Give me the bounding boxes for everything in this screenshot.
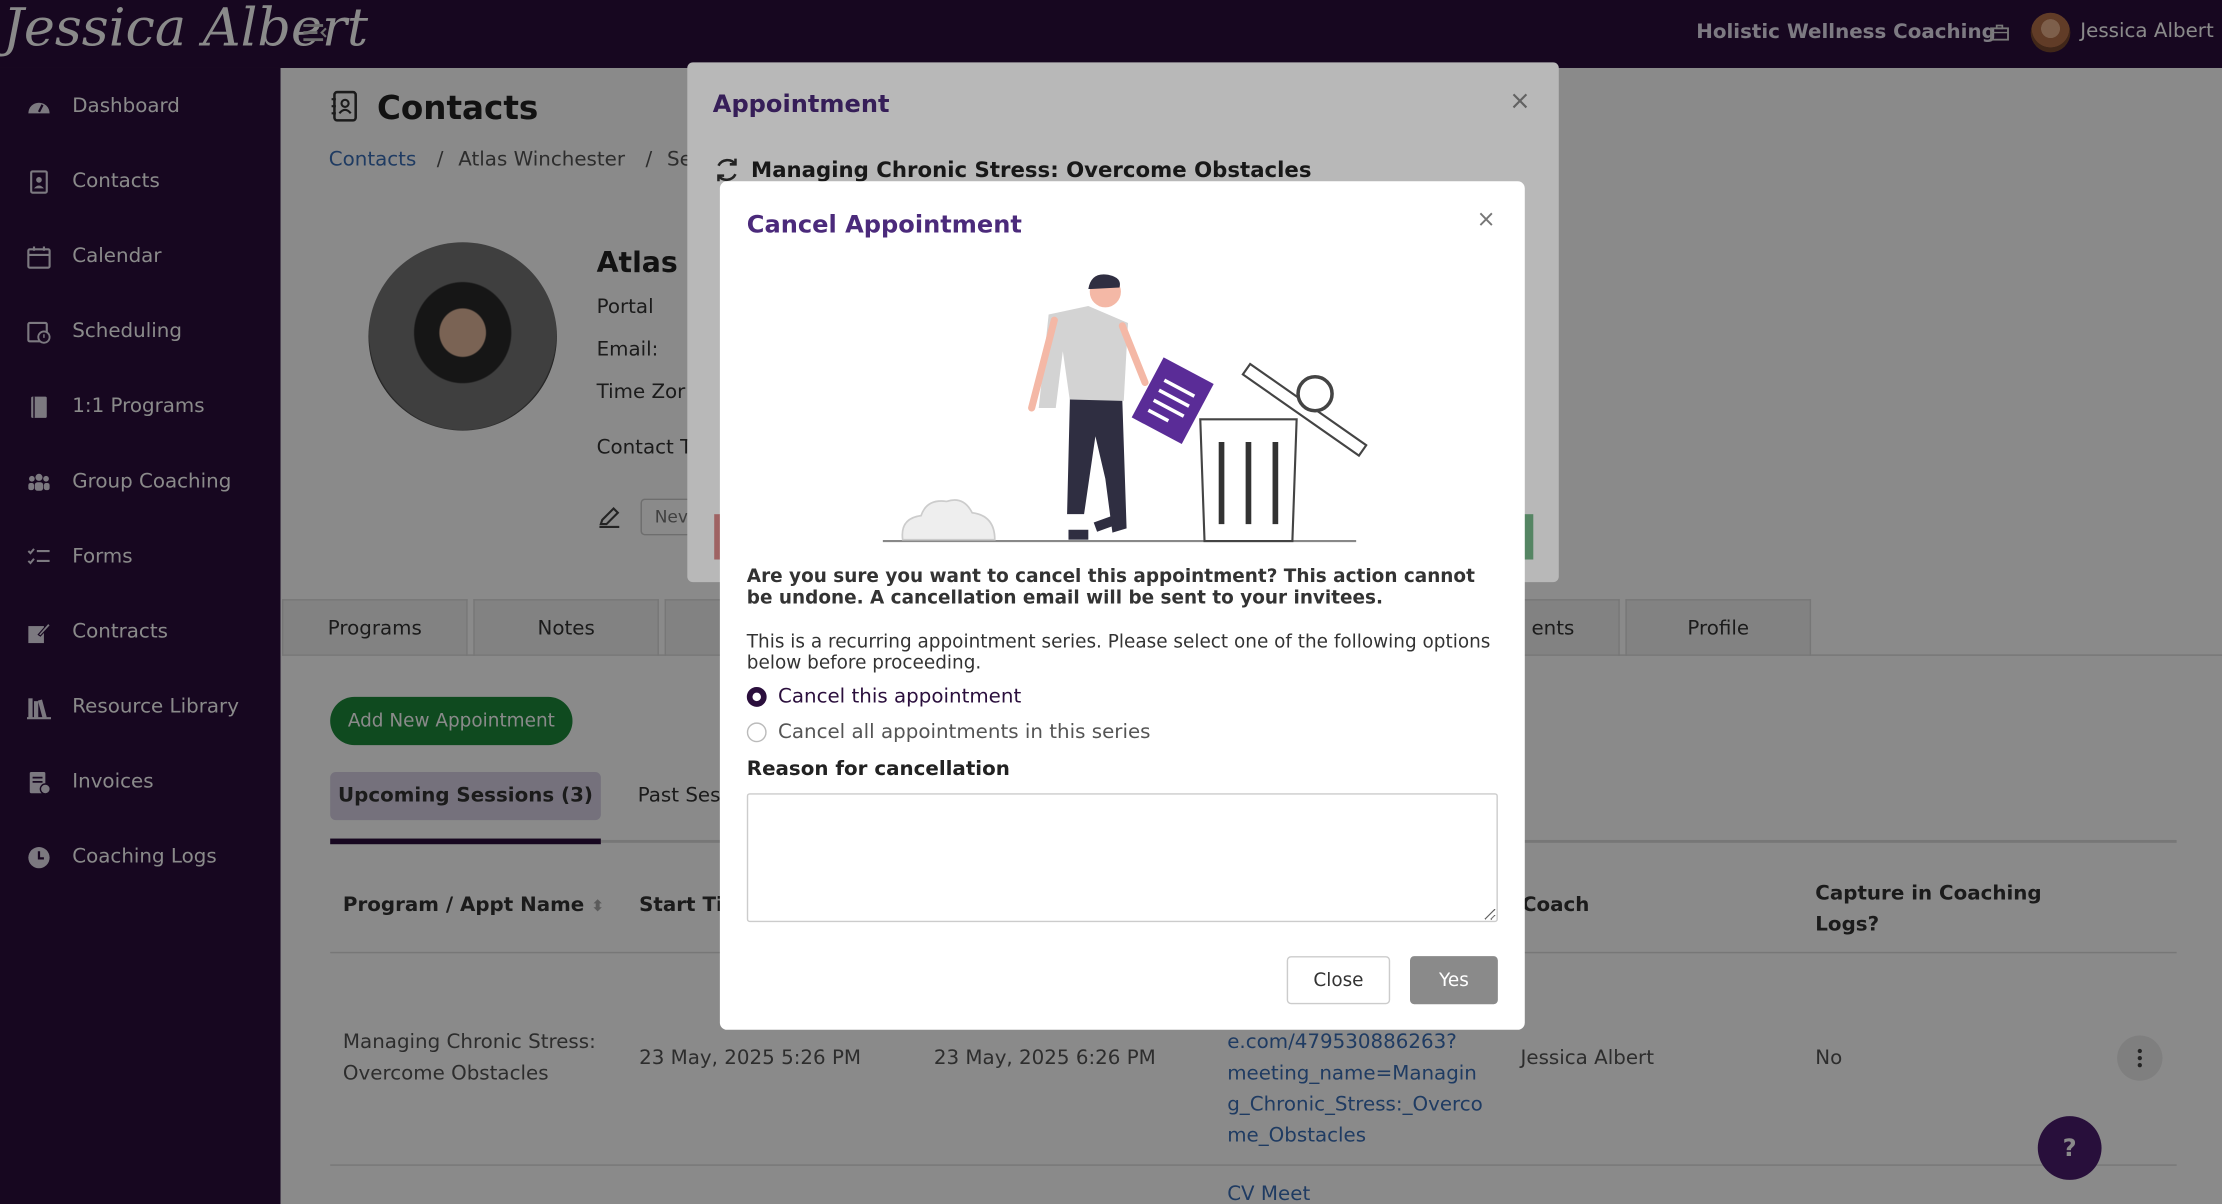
recurring-note-text: This is a recurring appointment series. …: [746, 631, 1491, 675]
close-button[interactable]: Close: [1286, 956, 1391, 1005]
radio-cancel-series[interactable]: [746, 722, 767, 743]
radio-cancel-this-label[interactable]: Cancel this appointment: [778, 686, 1021, 709]
radio-cancel-series-label[interactable]: Cancel all appointments in this series: [778, 721, 1151, 744]
cancel-warning-text: Are you sure you want to cancel this app…: [746, 566, 1475, 610]
trash-illustration: [882, 274, 1368, 543]
reason-textarea[interactable]: [746, 793, 1498, 923]
cancel-modal-close-button[interactable]: ×: [1477, 205, 1496, 232]
yes-button[interactable]: Yes: [1410, 956, 1498, 1005]
radio-cancel-this[interactable]: [746, 686, 767, 707]
cancel-modal-title: Cancel Appointment: [746, 211, 1022, 240]
reason-label: Reason for cancellation: [746, 757, 1010, 781]
